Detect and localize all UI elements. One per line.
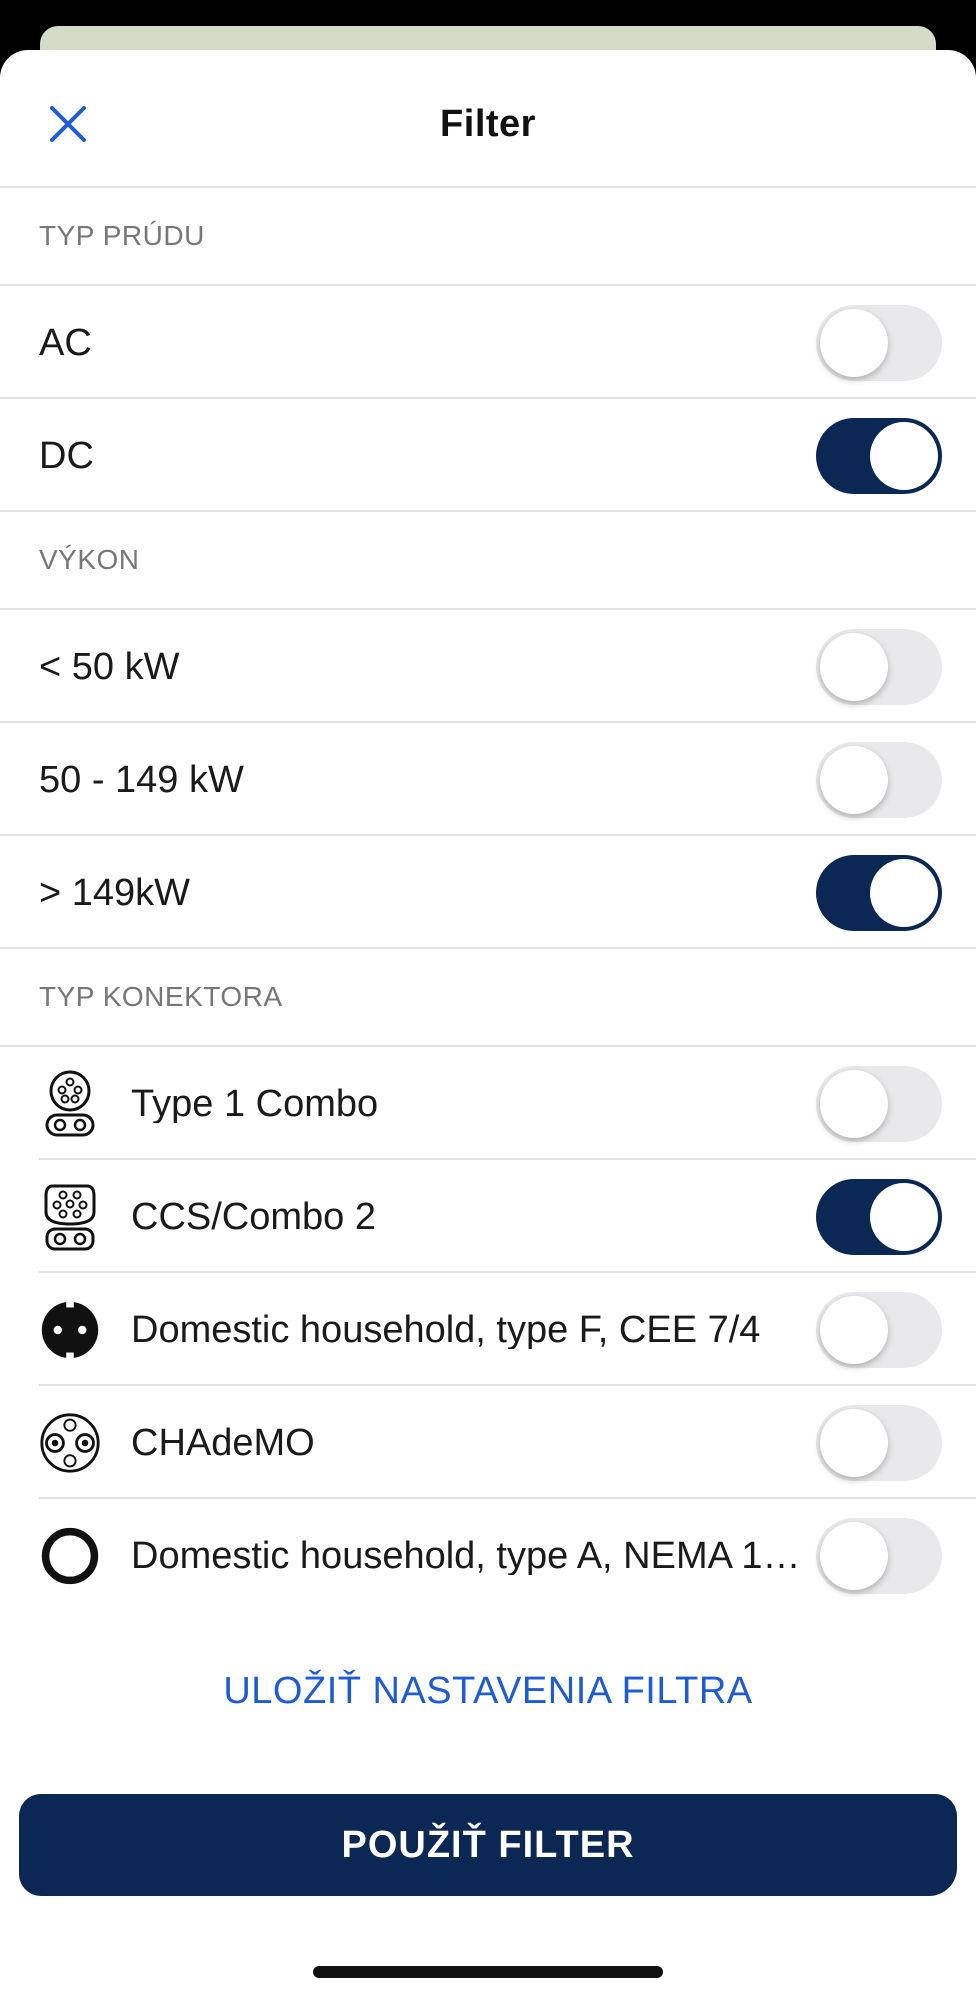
filter-row-type1-combo: Type 1 Combo [0, 1047, 976, 1160]
filter-row-label: CHAdeMO [131, 1423, 315, 1462]
ccs-combo2-icon [39, 1182, 101, 1252]
apply-filter-label: POUŽIŤ FILTER [341, 1823, 635, 1866]
type-a-plug-icon [39, 1521, 101, 1591]
filter-row-label: Type 1 Combo [131, 1084, 379, 1123]
filter-list[interactable]: TYP PRÚDU AC DC VÝKON < 50 kW 50 - 149 k… [0, 188, 976, 1654]
toggle-power-gt149[interactable] [816, 854, 942, 931]
filter-row-label: > 149kW [39, 871, 191, 914]
page-title: Filter [440, 103, 536, 145]
toggle-type1-combo[interactable] [816, 1065, 942, 1142]
section-header-connector: TYP KONEKTORA [0, 949, 976, 1047]
type1-combo-icon [39, 1069, 101, 1139]
filter-row-domestic-type-a: Domestic household, type A, NEMA 1-15 [0, 1499, 976, 1612]
toggle-ac[interactable] [816, 304, 942, 381]
save-filter-settings-button[interactable]: ULOŽIŤ NASTAVENIA FILTRA [0, 1670, 976, 1713]
toggle-knob [870, 1182, 938, 1251]
filter-row-power-lt50: < 50 kW [0, 610, 976, 723]
toggle-knob [820, 308, 888, 377]
apply-filter-button[interactable]: POUŽIŤ FILTER [19, 1794, 957, 1896]
toggle-chademo[interactable] [816, 1404, 942, 1481]
filter-row-dc: DC [0, 399, 976, 512]
section-header-current-type: TYP PRÚDU [0, 188, 976, 286]
filter-row-label: 50 - 149 kW [39, 758, 244, 801]
filter-row-power-50-149: 50 - 149 kW [0, 723, 976, 836]
filter-row-label: DC [39, 434, 94, 477]
toggle-dc[interactable] [816, 417, 942, 494]
toggle-knob [820, 1069, 888, 1138]
filter-row-label: CCS/Combo 2 [131, 1197, 376, 1236]
filter-row-label: < 50 kW [39, 645, 180, 688]
toggle-knob [820, 745, 888, 814]
filter-row-label: AC [39, 321, 92, 364]
toggle-knob [820, 1521, 888, 1590]
toggle-knob [870, 858, 938, 927]
toggle-domestic-type-f[interactable] [816, 1291, 942, 1368]
sheet-footer: ULOŽIŤ NASTAVENIA FILTRA POUŽIŤ FILTER [0, 1604, 976, 1948]
toggle-power-50-149[interactable] [816, 741, 942, 818]
toggle-ccs-combo2[interactable] [816, 1178, 942, 1255]
chademo-icon [39, 1408, 101, 1478]
section-header-power: VÝKON [0, 512, 976, 610]
toggle-power-lt50[interactable] [816, 628, 942, 705]
toggle-knob [820, 1408, 888, 1477]
filter-row-chademo: CHAdeMO [0, 1386, 976, 1499]
toggle-knob [870, 421, 938, 490]
filter-row-label: Domestic household, type F, CEE 7/4 [131, 1310, 761, 1349]
filter-row-ccs-combo2: CCS/Combo 2 [0, 1160, 976, 1273]
toggle-domestic-type-a[interactable] [816, 1517, 942, 1594]
filter-row-ac: AC [0, 286, 976, 399]
schuko-plug-icon [39, 1295, 101, 1365]
home-indicator [313, 1966, 663, 1978]
toggle-knob [820, 632, 888, 701]
filter-row-label: Domestic household, type A, NEMA 1-15 [131, 1536, 801, 1575]
filter-row-domestic-type-f: Domestic household, type F, CEE 7/4 [0, 1273, 976, 1386]
filter-row-power-gt149: > 149kW [0, 836, 976, 949]
toggle-knob [820, 1295, 888, 1364]
sheet-header: Filter [0, 50, 976, 188]
